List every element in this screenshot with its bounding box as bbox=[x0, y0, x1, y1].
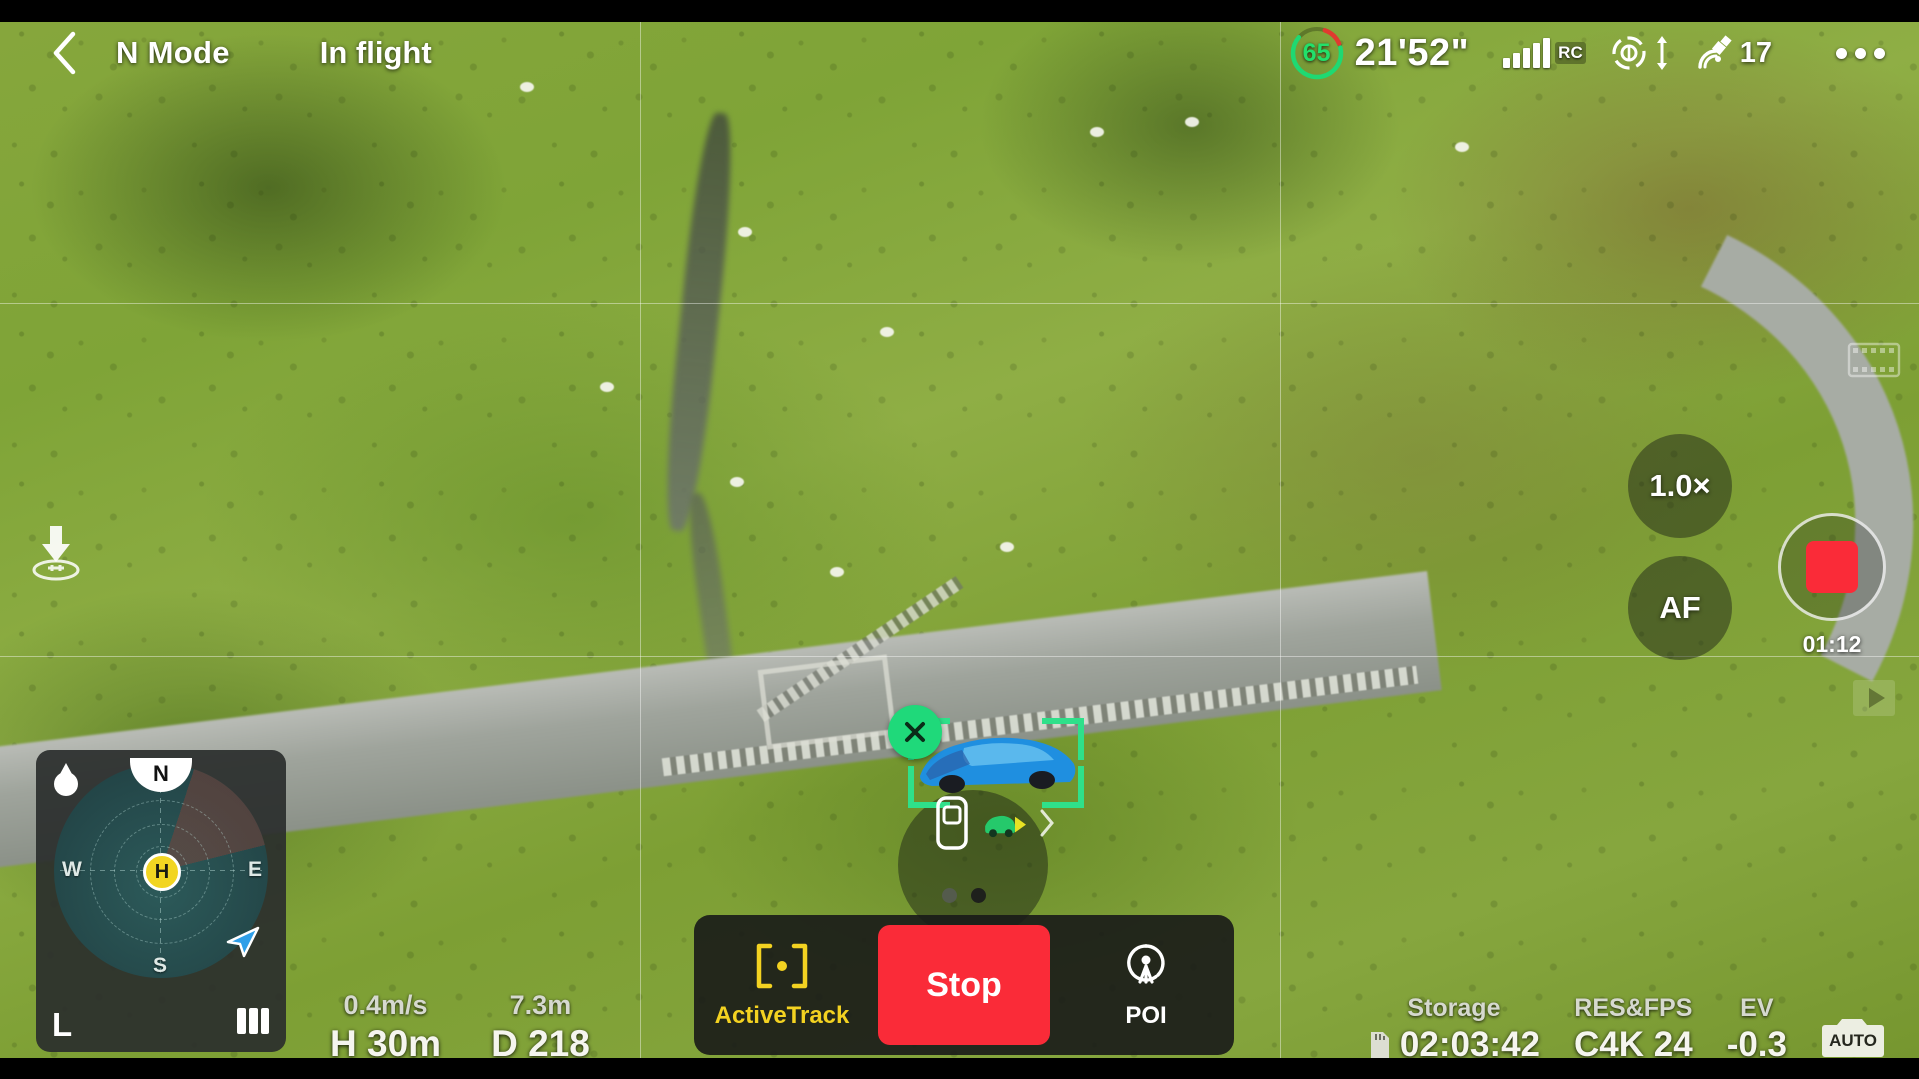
record-control-group: 01:12 bbox=[1777, 513, 1887, 658]
rc-label: RC bbox=[1555, 42, 1586, 64]
signal-bars-icon[interactable] bbox=[1503, 38, 1551, 68]
activetrack-label: ActiveTrack bbox=[714, 1002, 850, 1029]
tracking-corner-top-right bbox=[1042, 718, 1084, 760]
flight-mode-label: N Mode bbox=[116, 35, 230, 70]
sheep bbox=[738, 227, 752, 237]
radar-east-label: E bbox=[247, 858, 262, 881]
telemetry-distance: 7.3m D 218 bbox=[491, 990, 590, 1065]
top-status-bar: N Mode In flight 65 21'52" RC 17 bbox=[0, 22, 1919, 84]
record-elapsed-label: 01:12 bbox=[1802, 631, 1862, 657]
car-direction-icon bbox=[985, 815, 1026, 838]
sheep bbox=[1185, 117, 1199, 127]
target-option-car-top-view[interactable] bbox=[930, 795, 974, 851]
telemetry-height: 0.4m/s H 30m bbox=[330, 990, 441, 1065]
stop-button[interactable]: Stop bbox=[878, 925, 1050, 1045]
sheep bbox=[1090, 127, 1104, 137]
more-options-icon[interactable] bbox=[1836, 47, 1885, 59]
exposure-status[interactable]: EV -0.3 bbox=[1727, 994, 1787, 1065]
page-dot-active[interactable] bbox=[971, 888, 986, 903]
film-strip-icon[interactable] bbox=[1847, 340, 1901, 380]
poi-label: POI bbox=[1125, 1002, 1167, 1029]
letterbox-top bbox=[0, 0, 1919, 22]
radar-south-label: S bbox=[153, 954, 168, 977]
grid-line-vertical-right bbox=[1280, 22, 1281, 1058]
telemetry-flight-group: 0.4m/s H 30m 7.3m D 218 bbox=[330, 990, 590, 1065]
satellite-icon bbox=[1696, 35, 1736, 71]
radar-west-label: W bbox=[62, 858, 82, 881]
land-aircraft-icon[interactable] bbox=[28, 522, 84, 584]
chevron-right-icon bbox=[1040, 809, 1054, 837]
poi-target-icon bbox=[1127, 944, 1165, 984]
map-layers-icon[interactable] bbox=[234, 1006, 272, 1036]
radar-left-label: L bbox=[52, 1006, 73, 1043]
vertical-speed-value: 0.4m/s bbox=[343, 990, 428, 1020]
close-x-icon bbox=[905, 722, 925, 742]
poi-button[interactable]: POI bbox=[1082, 940, 1210, 1030]
page-dot[interactable] bbox=[942, 888, 957, 903]
ev-label: EV bbox=[1740, 994, 1774, 1022]
radar-home-marker: H bbox=[143, 853, 181, 891]
svg-text:AUTO: AUTO bbox=[1829, 1031, 1877, 1050]
obstacle-sensing-icon[interactable] bbox=[1610, 34, 1648, 72]
zoom-level-button[interactable]: 1.0× bbox=[1628, 434, 1732, 538]
activetrack-button[interactable]: ActiveTrack bbox=[715, 940, 849, 1030]
flight-status-label: In flight bbox=[319, 35, 432, 70]
play-icon[interactable] bbox=[1847, 678, 1901, 718]
chevron-left-icon bbox=[53, 31, 76, 75]
back-button[interactable] bbox=[44, 29, 86, 77]
sheep bbox=[1455, 142, 1469, 152]
autofocus-button[interactable]: AF bbox=[1628, 556, 1732, 660]
sheep bbox=[880, 327, 894, 337]
sheep bbox=[600, 382, 614, 392]
battery-percent-label: 65 bbox=[1302, 38, 1331, 67]
resolution-label: RES&FPS bbox=[1574, 994, 1693, 1022]
resolution-fps-status[interactable]: RES&FPS C4K 24 bbox=[1574, 994, 1693, 1065]
stop-record-square-icon bbox=[1806, 541, 1858, 593]
flight-time-remaining: 21'52" bbox=[1354, 31, 1470, 74]
satellite-count-label: 17 bbox=[1739, 36, 1772, 69]
tracking-close-button[interactable] bbox=[888, 705, 942, 759]
battery-indicator[interactable]: 65 bbox=[1287, 23, 1347, 83]
target-option-car-direction[interactable] bbox=[982, 795, 1026, 851]
letterbox-bottom bbox=[0, 1058, 1919, 1079]
field-enclosure bbox=[757, 654, 897, 750]
sd-card-icon bbox=[1370, 1032, 1389, 1058]
top-right-status-group: 65 21'52" RC 17 bbox=[1287, 23, 1919, 83]
horizontal-speed-value: 7.3m bbox=[509, 990, 572, 1020]
camera-status-group: Storage 02:03:42 RES&FPS C4K 24 EV -0.3 bbox=[1368, 994, 1885, 1065]
grid-line-vertical-left bbox=[640, 22, 641, 1058]
sheep bbox=[1000, 542, 1014, 552]
tracking-next-option-button[interactable] bbox=[1034, 805, 1060, 841]
car-top-view-icon bbox=[936, 796, 968, 850]
radar-compass-widget[interactable]: N W E S H L bbox=[36, 750, 286, 1052]
sheep bbox=[730, 477, 744, 487]
camera-auto-icon[interactable]: AUTO bbox=[1821, 1013, 1885, 1061]
tracking-target-options bbox=[930, 795, 1060, 851]
tracking-page-dots[interactable] bbox=[942, 888, 986, 903]
drone-controller-screen: N Mode In flight 65 21'52" RC 17 1.0× AF… bbox=[0, 0, 1919, 1079]
storage-status[interactable]: Storage 02:03:42 bbox=[1368, 994, 1540, 1065]
intelligent-flight-panel: ActiveTrack Stop POI bbox=[694, 915, 1234, 1055]
map-pin-icon bbox=[50, 762, 82, 802]
record-button[interactable] bbox=[1778, 513, 1886, 621]
grid-line-horizontal-bottom bbox=[0, 656, 1919, 657]
aircraft-arrow-icon bbox=[218, 918, 264, 964]
sheep bbox=[830, 567, 844, 577]
activetrack-bracket-icon bbox=[756, 943, 808, 989]
up-down-arrow-icon bbox=[1654, 35, 1670, 71]
storage-label: Storage bbox=[1407, 994, 1501, 1022]
grid-line-horizontal-top bbox=[0, 303, 1919, 304]
